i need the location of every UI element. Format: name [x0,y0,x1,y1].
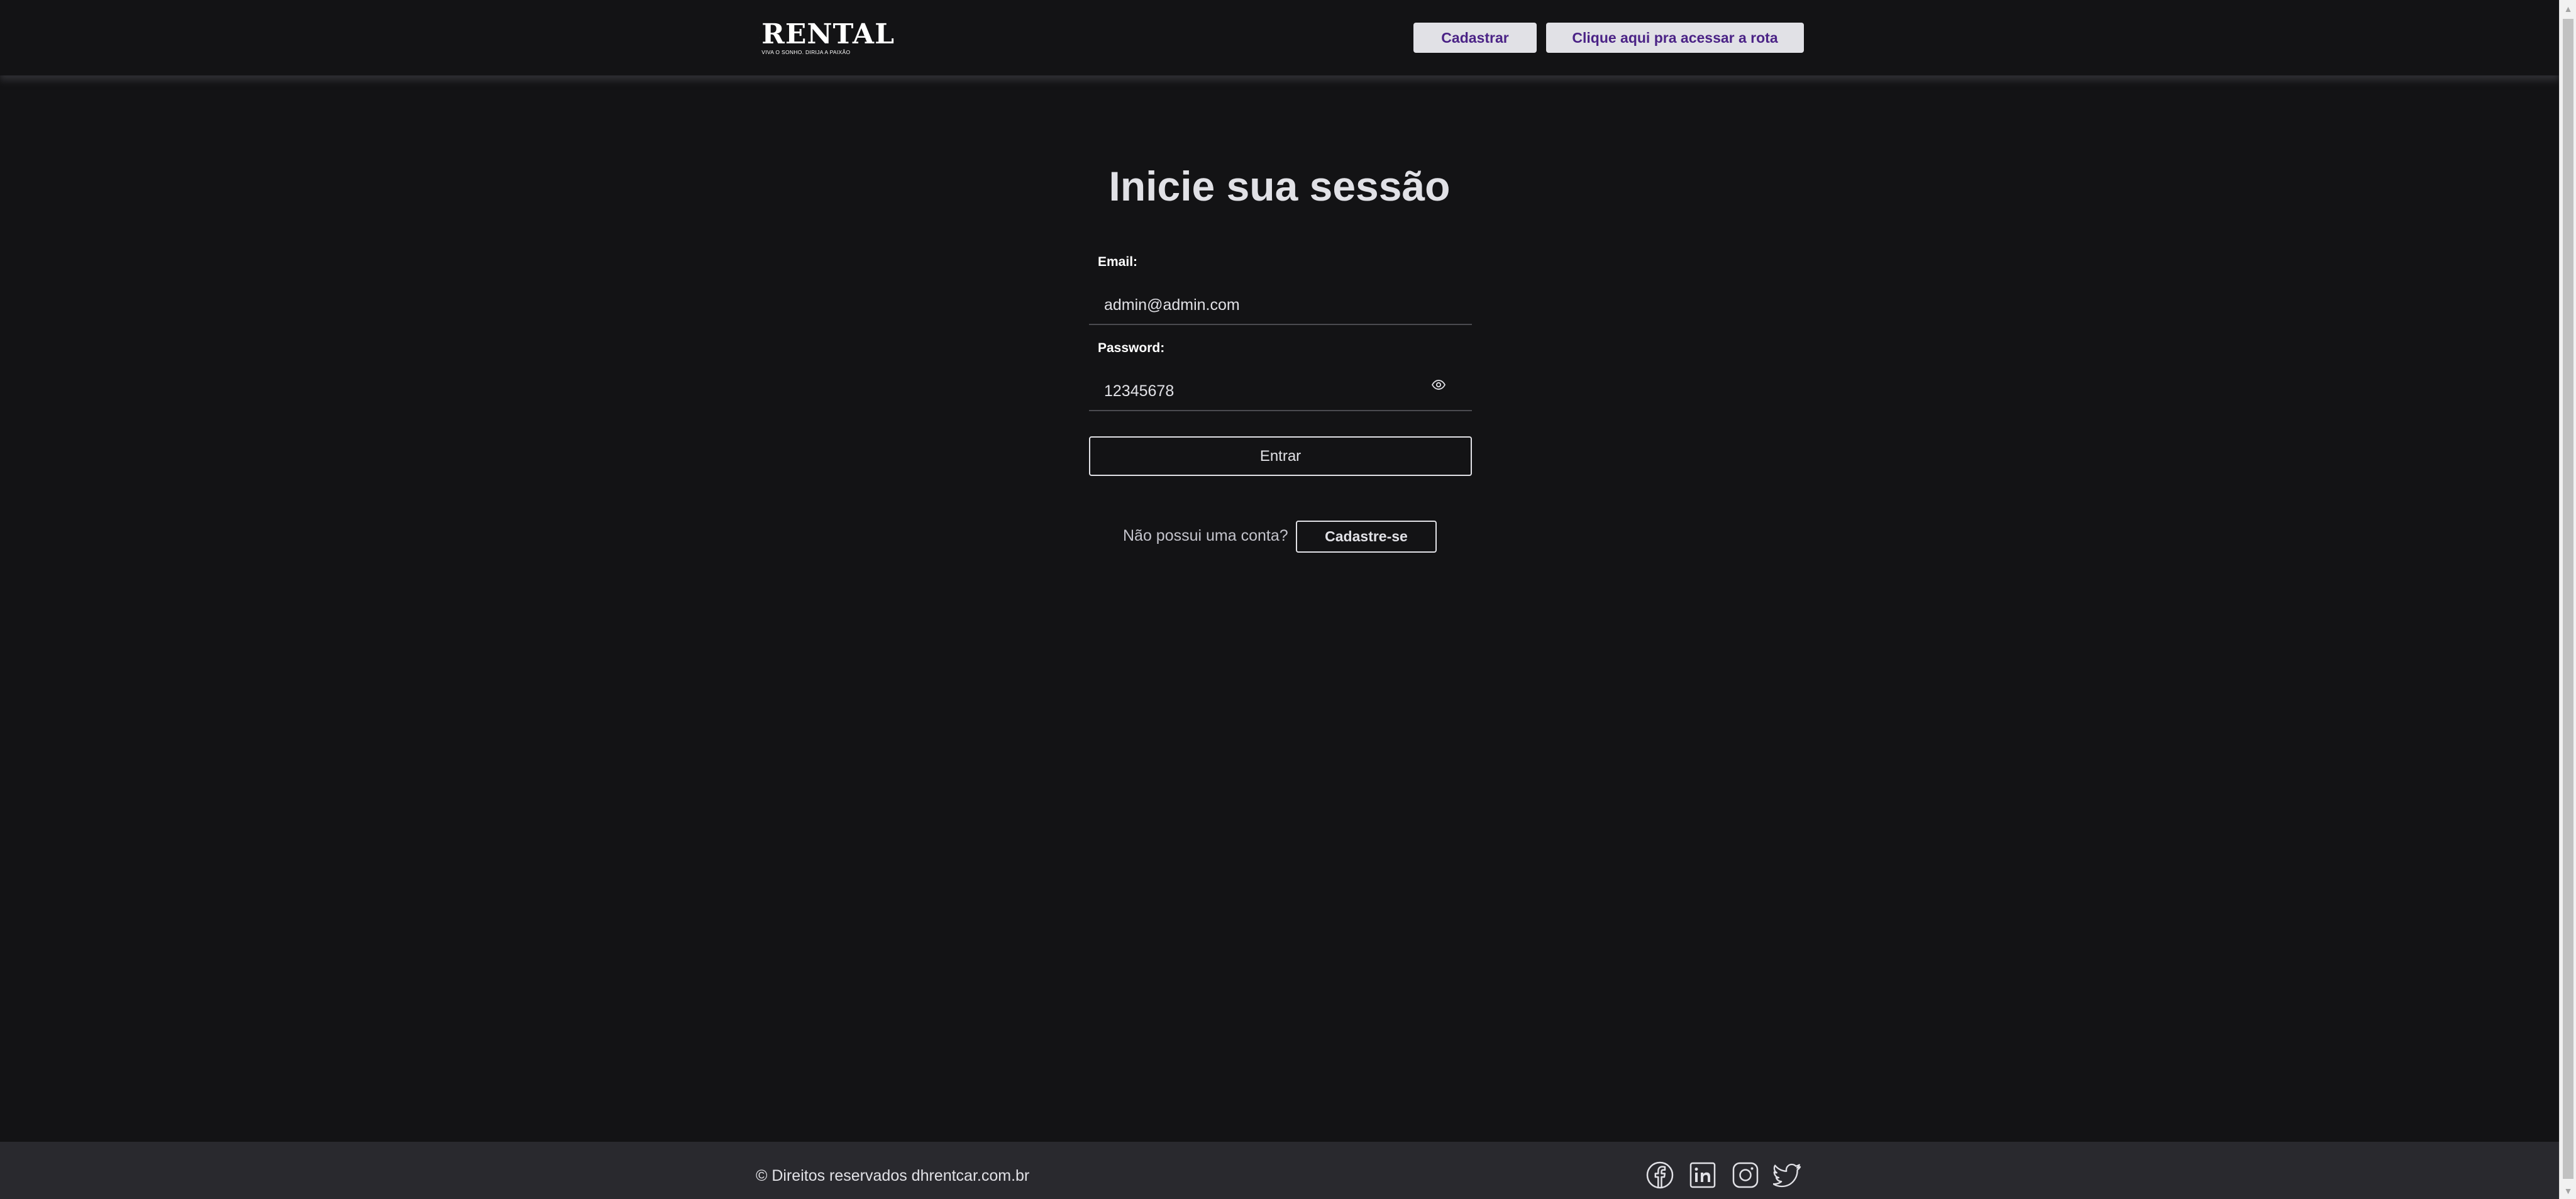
page: RENTAL VIVA O SONHO. DIRIJA A PAIXÃO Cad… [0,0,2576,1199]
linkedin-icon[interactable] [1688,1161,1717,1190]
eye-icon[interactable] [1431,377,1446,392]
logo-wordmark: RENTAL [761,18,895,50]
scroll-down-arrow-icon[interactable]: ▼ [2560,1182,2576,1199]
instagram-icon[interactable] [1731,1161,1760,1190]
signup-button[interactable]: Cadastre-se [1296,521,1437,553]
vertical-scrollbar[interactable]: ▲ ▼ [2559,0,2576,1199]
top-header: RENTAL VIVA O SONHO. DIRIJA A PAIXÃO Cad… [0,0,2559,75]
password-label: Password: [1098,341,1165,355]
scroll-up-arrow-icon[interactable]: ▲ [2560,0,2576,17]
email-input[interactable] [1089,286,1472,324]
password-field-wrapper [1089,372,1472,411]
password-input[interactable] [1089,372,1472,410]
email-label: Email: [1098,255,1138,269]
twitter-icon[interactable] [1773,1161,1802,1190]
email-field-wrapper [1089,286,1472,325]
no-account-text: Não possui uma conta? [1123,527,1288,544]
footer: © Direitos reservados dhrentcar.com.br [0,1142,2559,1199]
copyright-text: © Direitos reservados dhrentcar.com.br [756,1167,1030,1185]
scrollbar-thumb[interactable] [2563,19,2573,1179]
route-access-button[interactable]: Clique aqui pra acessar a rota [1546,23,1804,53]
logo-text: RENTAL VIVA O SONHO. DIRIJA A PAIXÃO [761,18,895,56]
logo[interactable]: RENTAL VIVA O SONHO. DIRIJA A PAIXÃO [760,21,895,55]
login-submit-button[interactable]: Entrar [1089,436,1472,476]
facebook-icon[interactable] [1645,1161,1674,1190]
logo-tagline: VIVA O SONHO. DIRIJA A PAIXÃO [761,49,851,55]
page-title: Inicie sua sessão [1108,163,1451,209]
register-button[interactable]: Cadastrar [1413,23,1537,53]
